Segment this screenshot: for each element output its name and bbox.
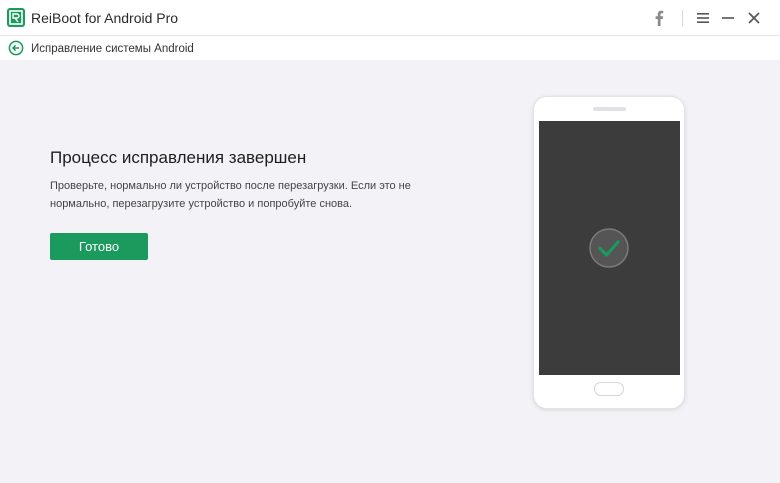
back-arrow-icon[interactable] [8,40,24,56]
minimize-icon[interactable] [718,8,738,28]
phone-illustration [533,96,685,409]
done-button[interactable]: Готово [50,233,148,260]
breadcrumb: Исправление системы Android [31,43,194,55]
checkmark-icon [589,228,629,268]
description-text: Проверьте, нормально ли устройство после… [50,180,411,210]
page-title: Процесс исправления завершен [50,148,307,167]
phone-speaker [593,107,626,111]
title-bar-separator [682,10,683,26]
close-icon[interactable] [744,8,764,28]
app-title: ReiBoot for Android Pro [31,10,179,26]
app-logo-icon [7,8,25,27]
phone-home-button [594,382,624,396]
title-bar: ReiBoot for Android Pro [0,0,780,36]
phone-screen [539,121,680,375]
navigation-bar: Исправление системы Android [0,36,780,60]
facebook-icon[interactable] [649,8,669,28]
menu-icon[interactable] [693,8,713,28]
